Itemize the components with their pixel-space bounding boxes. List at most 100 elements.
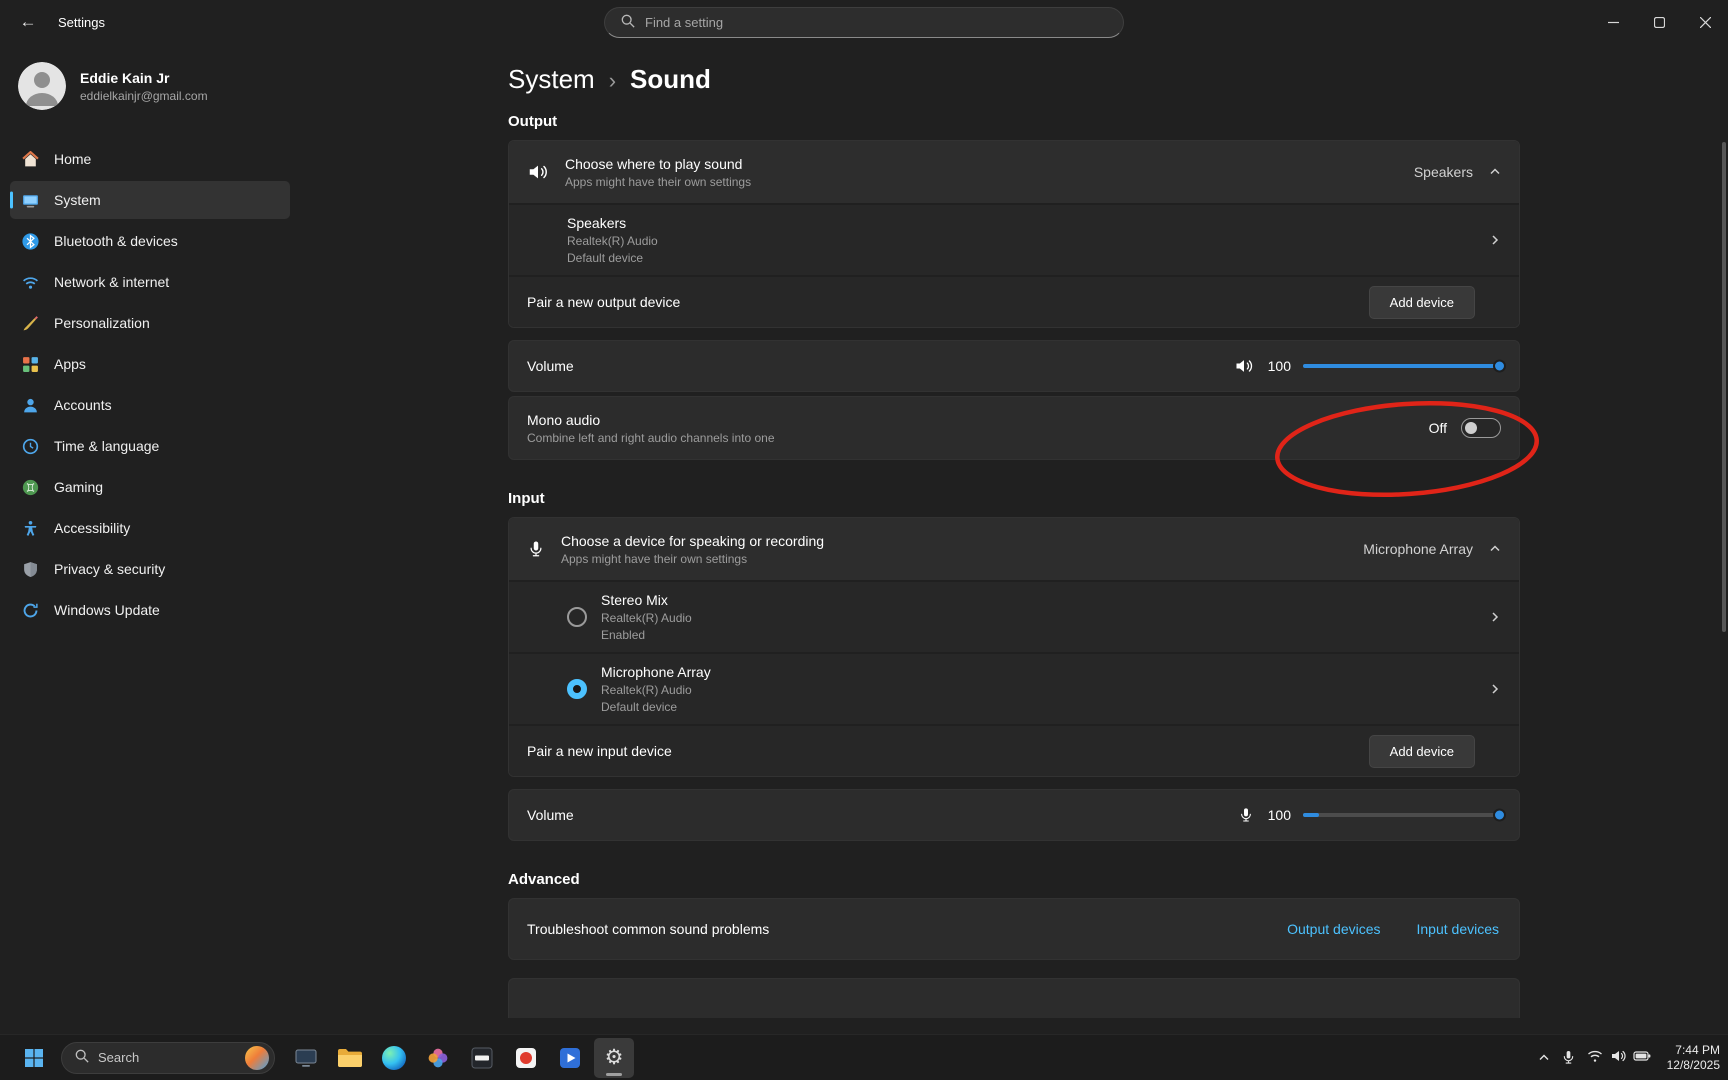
output-volume-controls: 100 — [1234, 356, 1499, 376]
sidebar-item-privacy[interactable]: Privacy & security — [10, 550, 290, 588]
search-icon — [621, 14, 635, 31]
device-name: Speakers — [567, 215, 1489, 231]
mono-audio-state-label: Off — [1429, 420, 1447, 436]
battery-icon — [1633, 1048, 1651, 1067]
sidebar-item-gaming[interactable]: Gaming — [10, 468, 290, 506]
chevron-right-icon — [1489, 234, 1501, 246]
back-button[interactable]: ← — [8, 5, 48, 39]
sidebar-item-apps[interactable]: Apps — [10, 345, 290, 383]
input-chooser-text: Choose a device for speaking or recordin… — [561, 533, 1363, 566]
speakers-device-text: Speakers Realtek(R) Audio Default device — [567, 215, 1489, 265]
chevron-up-icon — [1489, 166, 1501, 178]
sidebar-item-home[interactable]: Home — [10, 140, 290, 178]
sidebar-item-accounts[interactable]: Accounts — [10, 386, 290, 424]
app-body: Eddie Kain Jr eddielkainjr@gmail.com Hom… — [0, 44, 1728, 1034]
brand-app-icon[interactable] — [462, 1038, 502, 1078]
input-volume-slider-thumb[interactable] — [1493, 809, 1506, 822]
taskbar-clock[interactable]: 7:44 PM 12/8/2025 — [1667, 1043, 1720, 1073]
device-status: Default device — [601, 700, 1475, 714]
input-volume-label: Volume — [527, 807, 1238, 823]
red-app-icon[interactable] — [506, 1038, 546, 1078]
add-output-device-button[interactable]: Add device — [1369, 286, 1475, 319]
taskbar-search-label: Search — [98, 1050, 236, 1065]
file-explorer-icon[interactable] — [330, 1038, 370, 1078]
close-button[interactable] — [1682, 0, 1728, 44]
sidebar-item-windows-update[interactable]: Windows Update — [10, 591, 290, 629]
output-volume-speaker-icon — [1234, 356, 1254, 376]
output-volume-slider-thumb[interactable] — [1493, 360, 1506, 373]
stereo-mix-text: Stereo Mix Realtek(R) Audio Enabled — [601, 592, 1475, 642]
task-view-icon[interactable] — [286, 1038, 326, 1078]
pair-input-device-row: Pair a new input device Add device — [509, 726, 1519, 776]
sidebar-item-time-language[interactable]: Time & language — [10, 427, 290, 465]
input-chooser-title: Choose a device for speaking or recordin… — [561, 533, 1363, 549]
mono-audio-title: Mono audio — [527, 412, 1429, 428]
output-volume-row: Volume 100 — [508, 340, 1520, 392]
account-profile[interactable]: Eddie Kain Jr eddielkainjr@gmail.com — [10, 54, 290, 126]
pair-output-device-row: Pair a new output device Add device — [509, 277, 1519, 327]
input-volume-controls: 100 — [1238, 805, 1499, 825]
sidebar-item-network[interactable]: Network & internet — [10, 263, 290, 301]
sidebar-item-accessibility[interactable]: Accessibility — [10, 509, 290, 547]
troubleshoot-row: Troubleshoot common sound problems Outpu… — [508, 898, 1520, 960]
photos-icon[interactable] — [418, 1038, 458, 1078]
partial-card[interactable] — [508, 978, 1520, 1018]
start-button[interactable] — [14, 1038, 54, 1078]
breadcrumb: System › Sound — [508, 64, 1520, 95]
input-device-expander[interactable]: Choose a device for speaking or recordin… — [509, 518, 1519, 580]
apps-icon — [22, 356, 39, 373]
windows-update-icon — [22, 602, 39, 619]
stereo-mix-device-row[interactable]: Stereo Mix Realtek(R) Audio Enabled — [509, 582, 1519, 652]
breadcrumb-system[interactable]: System — [508, 64, 595, 95]
output-chooser-title: Choose where to play sound — [565, 156, 1414, 172]
tray-time: 7:44 PM — [1667, 1043, 1720, 1058]
device-status: Enabled — [601, 628, 1475, 642]
settings-search-box[interactable] — [604, 7, 1124, 38]
troubleshoot-label: Troubleshoot common sound problems — [527, 921, 1287, 937]
back-arrow-icon: ← — [20, 12, 37, 32]
microphone-array-device-row[interactable]: Microphone Array Realtek(R) Audio Defaul… — [509, 654, 1519, 724]
sidebar-item-system[interactable]: System — [10, 181, 290, 219]
output-device-expander[interactable]: Choose where to play sound Apps might ha… — [509, 141, 1519, 203]
chevron-up-icon — [1489, 543, 1501, 555]
taskbar-apps: ⚙ — [286, 1038, 634, 1078]
output-selected-device: Speakers — [1414, 164, 1473, 180]
content-scrollbar[interactable] — [1722, 142, 1726, 632]
output-device-group: Choose where to play sound Apps might ha… — [508, 140, 1520, 328]
minimize-button[interactable] — [1590, 0, 1636, 44]
input-volume-row: Volume 100 — [508, 789, 1520, 841]
personalization-icon — [22, 315, 39, 332]
output-volume-slider[interactable] — [1303, 364, 1499, 368]
output-volume-value: 100 — [1268, 358, 1291, 374]
find-setting-input[interactable] — [645, 15, 1107, 30]
sidebar-item-bluetooth[interactable]: Bluetooth & devices — [10, 222, 290, 260]
input-section-header: Input — [508, 490, 1520, 507]
home-icon — [22, 151, 39, 168]
sidebar-item-personalization[interactable]: Personalization — [10, 304, 290, 342]
hidden-icons-chevron[interactable] — [1538, 1052, 1550, 1064]
add-input-device-button[interactable]: Add device — [1369, 735, 1475, 768]
stereo-mix-radio[interactable] — [567, 607, 587, 627]
taskbar-search-box[interactable]: Search — [61, 1042, 275, 1074]
speakers-device-row[interactable]: Speakers Realtek(R) Audio Default device — [509, 205, 1519, 275]
settings-gear-icon[interactable]: ⚙ — [594, 1038, 634, 1078]
input-volume-slider[interactable] — [1303, 813, 1499, 817]
movies-tv-icon[interactable] — [550, 1038, 590, 1078]
device-vendor: Realtek(R) Audio — [567, 234, 1489, 248]
input-selected-device: Microphone Array — [1363, 541, 1473, 557]
microphone-status-icon[interactable] — [1562, 1050, 1575, 1065]
edge-icon[interactable] — [374, 1038, 414, 1078]
input-volume-value: 100 — [1268, 807, 1291, 823]
taskbar-left: Search — [14, 1038, 634, 1078]
output-devices-link[interactable]: Output devices — [1287, 921, 1380, 937]
quick-settings-group[interactable] — [1587, 1048, 1651, 1067]
maximize-button[interactable] — [1636, 0, 1682, 44]
device-vendor: Realtek(R) Audio — [601, 683, 1475, 697]
microphone-array-radio[interactable] — [567, 679, 587, 699]
mono-audio-toggle[interactable] — [1461, 418, 1501, 438]
pair-input-label: Pair a new input device — [527, 743, 1369, 759]
input-devices-link[interactable]: Input devices — [1417, 921, 1500, 937]
microphone-array-text: Microphone Array Realtek(R) Audio Defaul… — [601, 664, 1475, 714]
system-tray: 7:44 PM 12/8/2025 — [1538, 1035, 1720, 1080]
output-chooser-subtitle: Apps might have their own settings — [565, 175, 1414, 189]
